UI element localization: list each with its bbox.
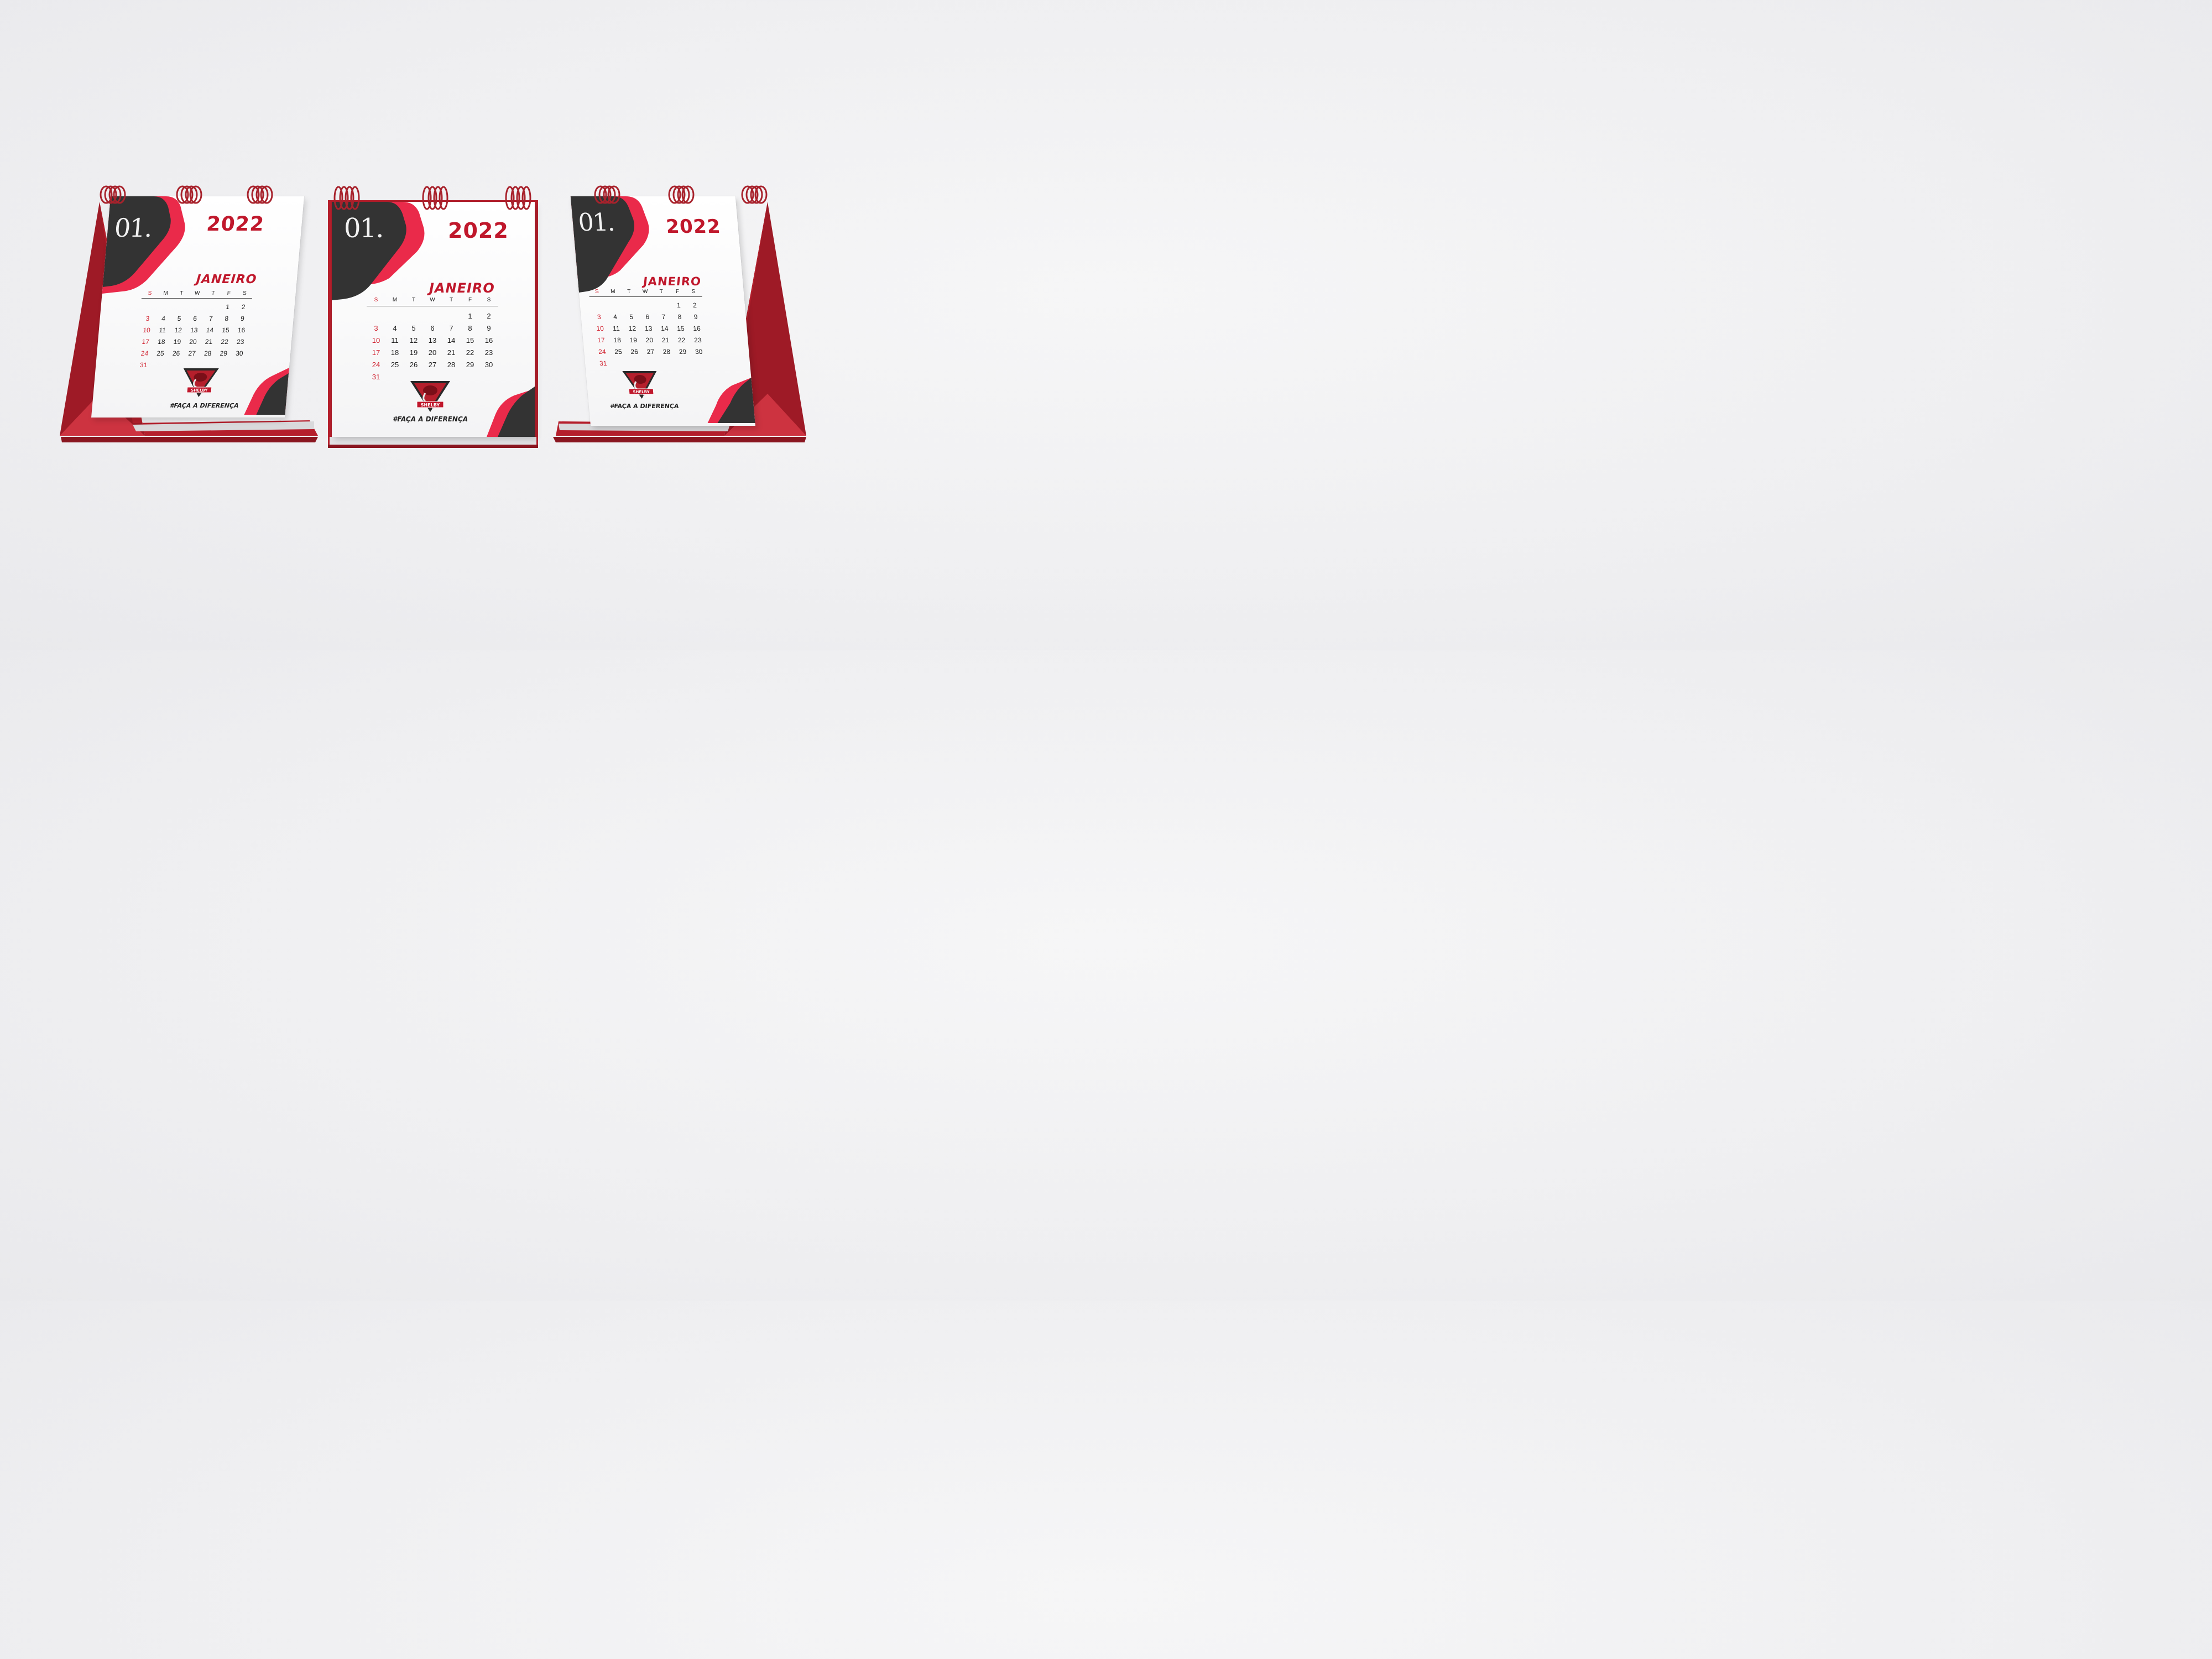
calendar-right: 01. 2022 JANEIRO S M T W T F S 123456789… [0, 0, 867, 650]
ring-group-right-3 [741, 185, 768, 204]
ring-group-right-1 [594, 185, 620, 204]
desk-calendar-mockup-scene: 01. 2022 JANEIRO S M T W T F S 123456789… [0, 0, 867, 650]
spiral-binding-icon [594, 185, 768, 204]
ring-group-right-2 [668, 185, 695, 204]
